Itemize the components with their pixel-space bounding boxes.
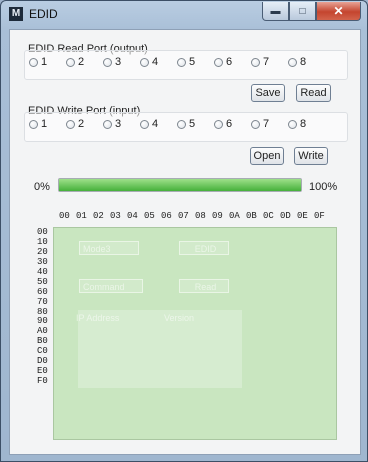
radio-circle-icon	[288, 119, 297, 129]
write-port-radio-4[interactable]: 4	[140, 118, 177, 130]
read-port-radio-3[interactable]: 3	[103, 56, 140, 68]
write-port-radio-2[interactable]: 2	[66, 118, 103, 130]
radio-circle-icon	[66, 57, 75, 67]
radio-circle-icon	[29, 57, 38, 67]
read-port-radio-4[interactable]: 4	[140, 56, 177, 68]
hex-column-label: 06	[161, 211, 172, 221]
read-port-radio-5[interactable]: 5	[177, 56, 214, 68]
radio-label: 4	[152, 56, 159, 68]
hex-column-label: 04	[127, 211, 138, 221]
hex-column-label: 0D	[280, 211, 291, 221]
maximize-button[interactable]: □	[289, 2, 316, 21]
ghost-mode-select: Mode3	[79, 241, 139, 255]
app-icon: M	[9, 7, 23, 21]
hex-column-header: 00 01 02 03 04 05 06 07 08 09 0A 0B 0C 0D 0E 0F	[59, 211, 331, 221]
read-port-radio-2[interactable]: 2	[66, 56, 103, 68]
close-button[interactable]: ✕	[316, 2, 361, 21]
radio-label: 2	[78, 56, 85, 68]
read-port-radios: 1 2 3 4 5 6 7 8	[29, 56, 325, 68]
radio-label: 6	[226, 56, 233, 68]
radio-circle-icon	[140, 57, 149, 67]
hex-column-label: 05	[144, 211, 155, 221]
hex-column-label: 00	[59, 211, 70, 221]
read-port-group: 1 2 3 4 5 6 7 8	[24, 50, 348, 80]
write-port-radio-7[interactable]: 7	[251, 118, 288, 130]
write-port-radio-3[interactable]: 3	[103, 118, 140, 130]
progress-end-label: 100%	[309, 181, 338, 193]
radio-label: 3	[115, 118, 122, 130]
hex-column-label: 09	[212, 211, 223, 221]
radio-circle-icon	[29, 119, 38, 129]
radio-label: 7	[263, 118, 270, 130]
radio-label: 1	[41, 118, 48, 130]
ghost-command-field: Command	[79, 279, 143, 293]
write-port-radio-5[interactable]: 5	[177, 118, 214, 130]
minimize-button[interactable]: ▬	[262, 2, 289, 21]
edid-window: M EDID ▬ □ ✕ EDID Read Port (output) 123…	[0, 0, 368, 462]
ghost-edid-button: EDID	[179, 241, 229, 255]
title-bar[interactable]: M EDID ▬ □ ✕	[1, 1, 367, 29]
radio-circle-icon	[66, 119, 75, 129]
hex-column-label: 0A	[229, 211, 240, 221]
read-button[interactable]: Read	[296, 84, 331, 102]
ghost-read-button: Read	[179, 279, 229, 293]
radio-circle-icon	[251, 57, 260, 67]
radio-label: 2	[78, 118, 85, 130]
progress-start-label: 0%	[34, 181, 50, 193]
ghost-col-version: Version	[164, 313, 195, 323]
ghost-col-ip: IP Address	[76, 313, 120, 323]
write-button[interactable]: Write	[294, 147, 328, 165]
hex-column-label: 07	[178, 211, 189, 221]
minimize-icon: ▬	[270, 5, 281, 17]
radio-circle-icon	[251, 119, 260, 129]
radio-circle-icon	[103, 119, 112, 129]
caption-buttons: ▬ □ ✕	[262, 2, 361, 21]
hex-column-label: 02	[93, 211, 104, 221]
save-button[interactable]: Save	[251, 84, 285, 102]
progress-bar	[58, 178, 302, 192]
progress-fill	[59, 179, 301, 191]
open-button[interactable]: Open	[250, 147, 284, 165]
hex-row-labels: 00 10 20 30 40 50 60 70 80 90 A0 B0 C0 D0 E0 F0	[37, 227, 48, 387]
radio-label: 6	[226, 118, 233, 130]
write-port-group: 1 2 3 4 5 6 7 8	[24, 112, 348, 142]
radio-label: 4	[152, 118, 159, 130]
read-port-radio-1[interactable]: 1	[29, 56, 66, 68]
close-icon: ✕	[333, 4, 344, 18]
window-title: EDID	[29, 7, 58, 21]
radio-label: 8	[300, 56, 307, 68]
radio-circle-icon	[214, 119, 223, 129]
radio-label: 7	[263, 56, 270, 68]
read-port-radio-6[interactable]: 6	[214, 56, 251, 68]
hex-column-label: 0B	[246, 211, 257, 221]
hex-column-label: 0C	[263, 211, 274, 221]
client-area: EDID Read Port (output) 12345678 Save Re…	[9, 29, 361, 455]
write-port-radios: 1 2 3 4 5 6 7 8	[29, 118, 325, 130]
radio-circle-icon	[288, 57, 297, 67]
hex-column-label: 01	[76, 211, 87, 221]
radio-label: 3	[115, 56, 122, 68]
radio-label: 5	[189, 118, 196, 130]
radio-circle-icon	[140, 119, 149, 129]
hex-row-label: 70	[37, 296, 48, 307]
radio-label: 8	[300, 118, 307, 130]
radio-circle-icon	[177, 119, 186, 129]
write-port-radio-6[interactable]: 6	[214, 118, 251, 130]
radio-circle-icon	[177, 57, 186, 67]
hex-row-label: F0	[37, 376, 48, 387]
hex-column-label: 03	[110, 211, 121, 221]
maximize-icon: □	[299, 5, 306, 17]
radio-circle-icon	[214, 57, 223, 67]
hex-column-label: 0E	[297, 211, 308, 221]
write-port-radio-1[interactable]: 1	[29, 118, 66, 130]
read-port-radio-8[interactable]: 8	[288, 56, 325, 68]
radio-label: 1	[41, 56, 48, 68]
hex-column-label: 0F	[314, 211, 325, 221]
write-port-radio-8[interactable]: 8	[288, 118, 325, 130]
hex-data-grid[interactable]: Mode3 EDID Command Read IP Address Versi…	[53, 227, 337, 440]
read-port-radio-7[interactable]: 7	[251, 56, 288, 68]
hex-column-label: 08	[195, 211, 206, 221]
radio-circle-icon	[103, 57, 112, 67]
radio-label: 5	[189, 56, 196, 68]
